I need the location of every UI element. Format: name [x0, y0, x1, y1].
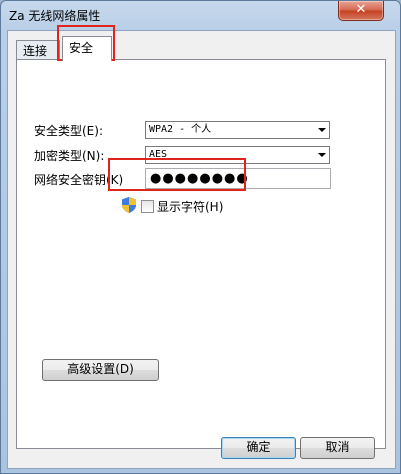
cancel-button[interactable]: 取消 [300, 437, 375, 459]
chevron-down-icon [318, 153, 326, 157]
highlight-show-characters [108, 158, 246, 191]
window-title: Za 无线网络属性 [9, 9, 101, 23]
close-button[interactable]: ✕ [338, 1, 384, 21]
uac-shield-icon [122, 197, 136, 213]
advanced-settings-button[interactable]: 高级设置(D) [42, 359, 159, 381]
show-characters-checkbox[interactable] [141, 200, 154, 213]
security-type-select[interactable]: WPA2 - 个人 [145, 121, 330, 139]
chevron-down-icon [318, 128, 326, 132]
close-icon: ✕ [355, 2, 367, 17]
ok-button[interactable]: 确定 [221, 437, 296, 459]
show-characters-label[interactable]: 显示字符(H) [157, 198, 223, 215]
encryption-type-label: 加密类型(N): [34, 149, 105, 163]
security-type-label: 安全类型(E): [34, 124, 103, 138]
properties-dialog: Za 无线网络属性 ✕ 连接 安全 安全类型(E): WPA2 - 个人 加密类… [0, 0, 401, 474]
tab-security[interactable]: 安全 [62, 36, 112, 61]
tab-connection[interactable]: 连接 [16, 40, 60, 60]
security-tab-panel: 安全类型(E): WPA2 - 个人 加密类型(N): AES 网络安全密钥(K… [16, 59, 386, 449]
security-type-value: WPA2 - 个人 [149, 124, 212, 135]
dialog-client-area: 连接 安全 安全类型(E): WPA2 - 个人 加密类型(N): AES 网络… [7, 30, 396, 469]
